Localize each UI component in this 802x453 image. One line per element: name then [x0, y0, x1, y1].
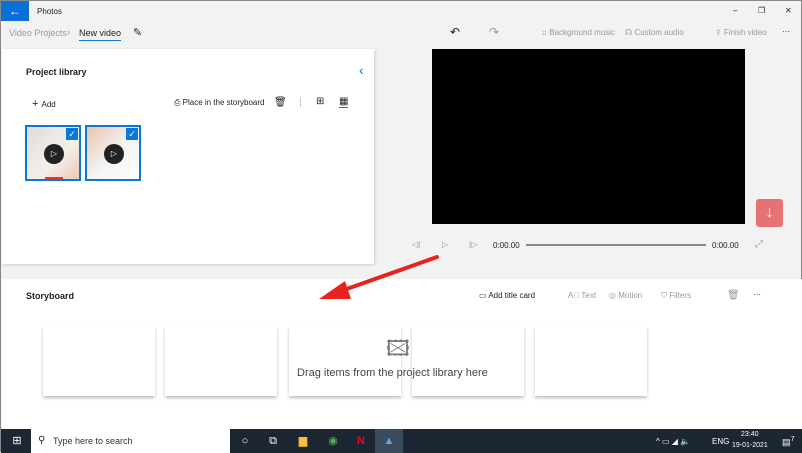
file-explorer-icon[interactable]: ▆: [289, 429, 317, 453]
search-icon: ⚲: [38, 435, 46, 446]
clock-time[interactable]: 23:40: [741, 431, 759, 438]
netflix-icon[interactable]: N: [347, 429, 375, 453]
tray-icons[interactable]: ^ ▭ ◢ 🔈: [656, 437, 690, 446]
windows-start-icon[interactable]: ⊞: [3, 429, 31, 453]
taskbar-search-input[interactable]: ⚲ Type here to search: [31, 429, 230, 453]
language-indicator[interactable]: ENG: [712, 437, 729, 446]
task-view-icon[interactable]: ⧉: [259, 429, 287, 453]
clock-date[interactable]: 19-01-2021: [732, 442, 768, 449]
annotation-arrow: [319, 255, 439, 299]
notification-icon[interactable]: ▤7: [782, 434, 795, 448]
chrome-icon[interactable]: ◉: [319, 429, 347, 453]
cortana-icon[interactable]: ○: [231, 429, 259, 453]
photos-app-icon[interactable]: ▲: [375, 429, 403, 453]
